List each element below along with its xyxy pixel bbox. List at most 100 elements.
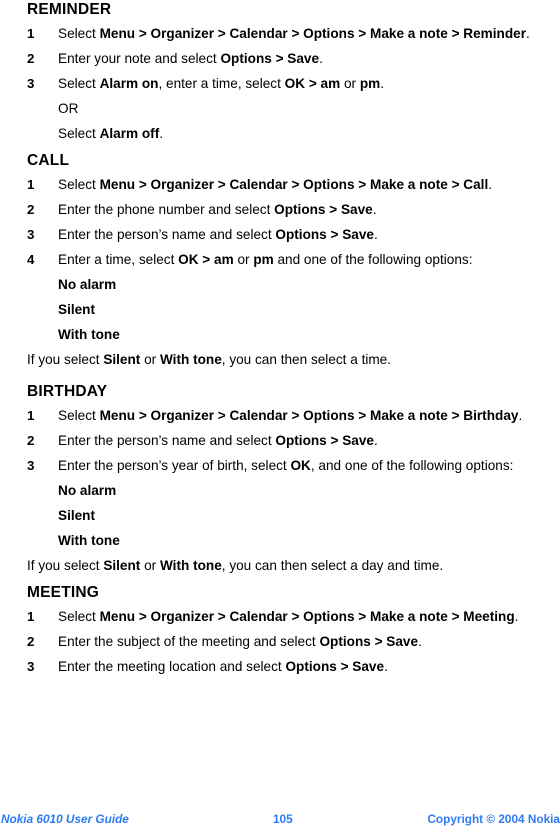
- step-sub-line: OR: [58, 96, 530, 121]
- body-text: If you select: [27, 352, 104, 367]
- footer-copyright: Copyright © 2004 Nokia: [427, 812, 560, 826]
- emphasis-text: Options > Save: [274, 202, 373, 217]
- emphasis-text: OK > am: [178, 252, 234, 267]
- body-text: Enter the meeting location and select: [58, 659, 286, 674]
- body-text: or: [140, 558, 160, 573]
- step-number: 3: [27, 659, 35, 674]
- step-text: Enter the person’s year of birth, select…: [58, 453, 522, 478]
- step-number: 3: [27, 76, 35, 91]
- section-note: If you select Silent or With tone, you c…: [27, 553, 522, 578]
- emphasis-text: Menu > Organizer > Calendar > Options > …: [99, 408, 519, 423]
- step-text: Select Menu > Organizer > Calendar > Opt…: [58, 21, 530, 46]
- body-text: Enter a time, select: [58, 252, 179, 267]
- body-text: .: [384, 659, 388, 674]
- step-number: 2: [27, 634, 35, 649]
- body-text: or: [233, 252, 254, 267]
- body-text: Select: [58, 609, 100, 624]
- step-number: 1: [27, 609, 35, 624]
- step-sub-line: Select Alarm off.: [58, 121, 530, 146]
- emphasis-text: With tone: [159, 352, 222, 367]
- section-heading-reminder: REMINDER: [27, 1, 112, 18]
- body-text: .: [319, 51, 323, 66]
- emphasis-text: Alarm on: [99, 76, 159, 91]
- body-text: , and one of the following options:: [310, 458, 514, 473]
- option-item: No alarm: [58, 277, 117, 292]
- section-heading-birthday: BIRTHDAY: [27, 383, 108, 400]
- body-text: .: [526, 26, 530, 41]
- option-item: With tone: [58, 327, 120, 342]
- section-reminder: REMINDER 1 Select Menu > Organizer > Cal…: [27, 0, 530, 146]
- body-text: Enter the person’s name and select: [58, 433, 276, 448]
- emphasis-text: Menu > Organizer > Calendar > Options > …: [99, 26, 527, 41]
- body-text: Select: [58, 177, 100, 192]
- step-item: 2 Enter the person’s name and select Opt…: [27, 428, 522, 453]
- body-text: Select: [58, 126, 100, 141]
- emphasis-text: OK > am: [284, 76, 341, 91]
- body-text: Enter your note and select: [58, 51, 221, 66]
- step-item: 3 Select Alarm on, enter a time, select …: [27, 71, 530, 96]
- step-number: 1: [27, 26, 35, 41]
- option-item: With tone: [58, 533, 120, 548]
- body-text: .: [518, 408, 523, 423]
- step-text: Enter the person’s name and select Optio…: [58, 428, 522, 453]
- emphasis-text: OK: [290, 458, 311, 473]
- body-text: or: [340, 76, 360, 91]
- body-text: , you can then select a day and time.: [221, 558, 444, 573]
- body-text: Enter the phone number and select: [58, 202, 275, 217]
- body-text: .: [514, 609, 519, 624]
- emphasis-text: Menu > Organizer > Calendar > Options > …: [99, 177, 489, 192]
- step-text: Enter the phone number and select Option…: [58, 197, 492, 222]
- body-text: .: [488, 177, 493, 192]
- step-text: Select Menu > Organizer > Calendar > Opt…: [58, 403, 522, 428]
- emphasis-text: With tone: [159, 558, 222, 573]
- option-item: Silent: [58, 302, 96, 317]
- body-text: and one of the following options:: [273, 252, 473, 267]
- step-item: 1 Select Menu > Organizer > Calendar > O…: [27, 21, 530, 46]
- footer-guide-title: Nokia 6010 User Guide: [1, 812, 129, 826]
- step-item: 3 Enter the person’s name and select Opt…: [27, 222, 492, 247]
- step-number: 3: [27, 458, 35, 473]
- body-text: .: [373, 433, 378, 448]
- step-text: Select Alarm on, enter a time, select OK…: [58, 71, 530, 96]
- section-call: CALL 1 Select Menu > Organizer > Calenda…: [27, 150, 492, 372]
- emphasis-text: pm: [253, 252, 274, 267]
- step-number: 1: [27, 408, 35, 423]
- step-item: 1 Select Menu > Organizer > Calendar > O…: [27, 403, 522, 428]
- step-number: 4: [27, 252, 35, 267]
- step-text: Select Menu > Organizer > Calendar > Opt…: [58, 172, 492, 197]
- body-text: Enter the person’s name and select: [58, 227, 276, 242]
- step-item: 4 Enter a time, select OK > am or pm and…: [27, 247, 492, 272]
- body-text: , enter a time, select: [158, 76, 285, 91]
- option-item: No alarm: [58, 483, 117, 498]
- body-text: Select: [58, 408, 100, 423]
- step-number: 3: [27, 227, 35, 242]
- step-item: 2 Enter the subject of the meeting and s…: [27, 629, 518, 654]
- body-text: or: [140, 352, 160, 367]
- body-text: .: [418, 634, 422, 649]
- step-text: Select Menu > Organizer > Calendar > Opt…: [58, 604, 518, 629]
- emphasis-text: Alarm off: [99, 126, 160, 141]
- step-text: Enter the subject of the meeting and sel…: [58, 629, 518, 654]
- emphasis-text: Menu > Organizer > Calendar > Options > …: [99, 609, 515, 624]
- step-text: Enter the person’s name and select Optio…: [58, 222, 492, 247]
- emphasis-text: Options > Save: [220, 51, 320, 66]
- body-text: , you can then select a time.: [221, 352, 392, 367]
- step-item: 2 Enter the phone number and select Opti…: [27, 197, 492, 222]
- step-number: 2: [27, 51, 35, 66]
- section-heading-call: CALL: [27, 152, 70, 169]
- section-meeting: MEETING 1 Select Menu > Organizer > Cale…: [27, 582, 518, 679]
- emphasis-text: Options > Save: [319, 634, 419, 649]
- step-item: 2 Enter your note and select Options > S…: [27, 46, 530, 71]
- body-text: Enter the person’s year of birth, select: [58, 458, 291, 473]
- body-text: .: [372, 202, 377, 217]
- section-birthday: BIRTHDAY 1 Select Menu > Organizer > Cal…: [27, 381, 522, 578]
- step-number: 2: [27, 433, 35, 448]
- emphasis-text: Options > Save: [275, 433, 374, 448]
- step-text: Enter a time, select OK > am or pm and o…: [58, 247, 492, 272]
- step-item: 3 Enter the person’s year of birth, sele…: [27, 453, 522, 478]
- section-note: If you select Silent or With tone, you c…: [27, 347, 492, 372]
- emphasis-text: pm: [359, 76, 381, 91]
- page-footer: Nokia 6010 User Guide 105 Copyright © 20…: [0, 804, 560, 838]
- step-item: 1 Select Menu > Organizer > Calendar > O…: [27, 172, 492, 197]
- body-text: OR: [58, 101, 79, 116]
